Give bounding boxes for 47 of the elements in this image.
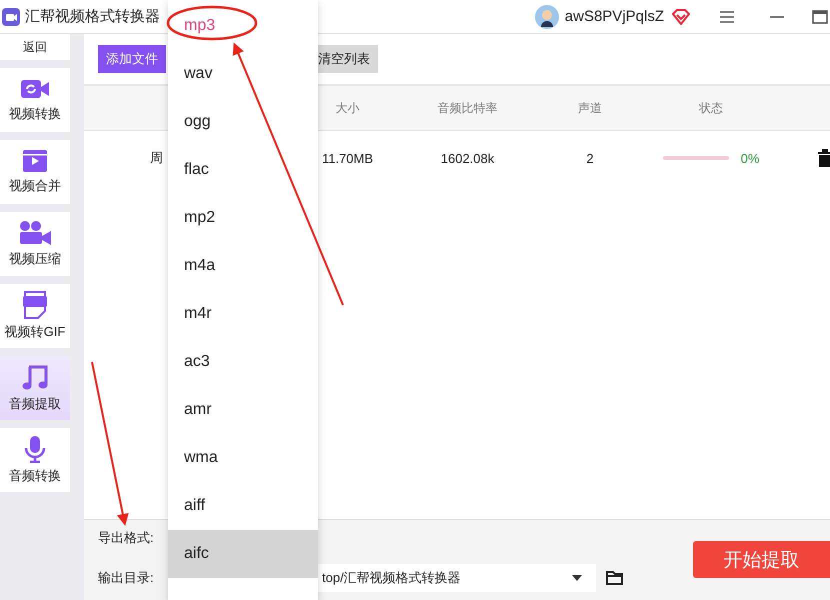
user-name: awS8PVjPqlsZ xyxy=(564,8,664,25)
format-option[interactable]: m4r xyxy=(168,290,318,338)
table-cell-text: 11.70MB xyxy=(320,150,374,166)
sidebar-item[interactable]: 视频转换 xyxy=(0,68,70,132)
diamond-icon[interactable] xyxy=(672,8,690,24)
maximize-icon[interactable] xyxy=(812,10,828,24)
video-camera-icon xyxy=(20,77,50,101)
back-button[interactable]: 返回 xyxy=(0,34,70,60)
sidebar-item[interactable]: 音频转换 xyxy=(0,428,70,492)
folder-icon[interactable] xyxy=(606,570,624,585)
window-title: 汇帮视频格式转换器 xyxy=(25,7,160,26)
column-header: 声道 xyxy=(577,100,603,116)
app-logo-icon xyxy=(2,8,20,26)
column-header: 音频比特率 xyxy=(436,100,498,116)
video-clip-icon xyxy=(22,149,48,173)
format-option[interactable]: ogg xyxy=(168,98,318,146)
format-label: 导出格式: xyxy=(98,528,155,546)
menu-icon[interactable] xyxy=(720,10,734,22)
format-option[interactable]: aiff xyxy=(168,482,318,530)
trash-icon[interactable] xyxy=(818,149,830,167)
file-name: 周 xyxy=(150,149,163,167)
gif-file-icon xyxy=(22,291,48,319)
format-option[interactable]: wma xyxy=(168,434,318,482)
format-option[interactable]: flac xyxy=(168,146,318,194)
format-option[interactable]: ac3 xyxy=(168,338,318,386)
sidebar-item[interactable]: 音频提取 xyxy=(0,356,70,420)
caret-icon xyxy=(572,574,582,580)
output-label: 输出目录: xyxy=(98,568,155,586)
format-option[interactable]: amr xyxy=(168,386,318,434)
table-cell-text: 2 xyxy=(585,150,595,166)
sidebar-item[interactable]: 视频转GIF xyxy=(0,284,70,348)
format-option[interactable]: m4a xyxy=(168,242,318,290)
column-header: 大小 xyxy=(334,100,360,116)
format-option[interactable]: aifc xyxy=(168,530,318,578)
music-note-icon xyxy=(22,363,48,391)
sidebar-item[interactable]: 视频压缩 xyxy=(0,212,70,276)
format-option[interactable]: mp2 xyxy=(168,194,318,242)
avatar-icon xyxy=(534,4,559,28)
column-header: 状态 xyxy=(698,100,724,116)
sidebar-item[interactable]: 视频合并 xyxy=(0,140,70,204)
add-file-button[interactable]: 添加文件 xyxy=(98,45,166,73)
minimize-icon[interactable] xyxy=(770,14,784,18)
progress-percent: 0% xyxy=(740,150,760,166)
table-cell-text: 1602.08k xyxy=(440,150,496,166)
movie-camera-icon xyxy=(18,220,52,246)
microphone-icon xyxy=(24,435,46,463)
start-extract-button[interactable]: 开始提取 xyxy=(693,541,830,578)
